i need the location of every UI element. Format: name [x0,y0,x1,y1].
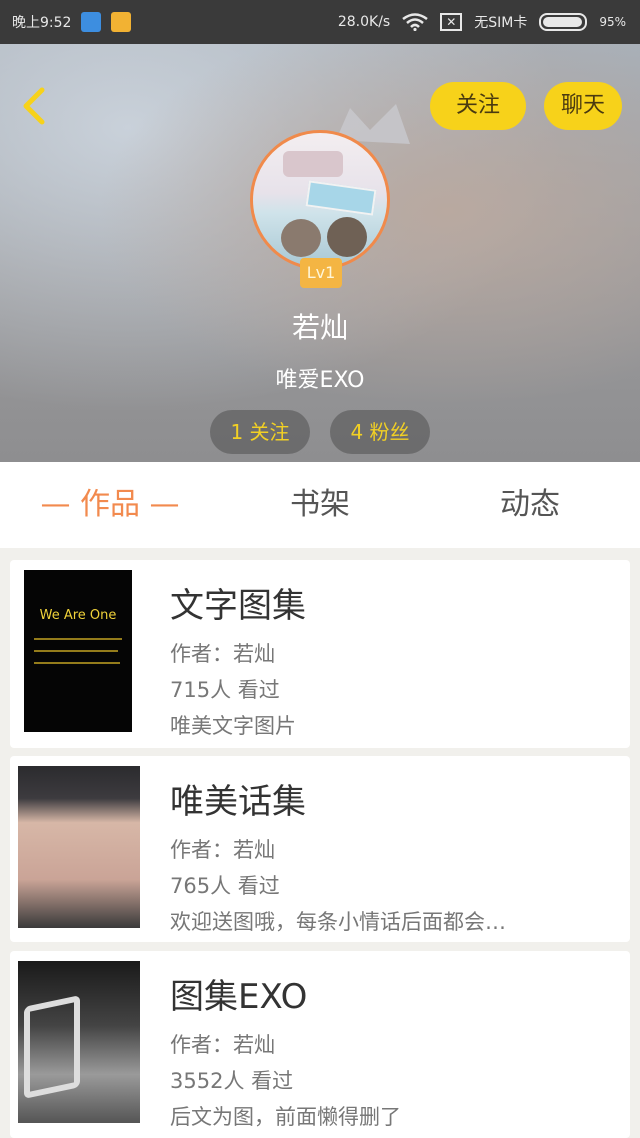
cover-title: We Are One [39,608,117,623]
following-count-button[interactable]: 1 关注 [210,410,310,454]
work-card[interactable]: We Are One 文字图集 作者：若灿 715人 看过 唯美文字图片 [10,560,630,748]
work-cover [18,961,140,1123]
work-author: 作者：若灿 [170,1033,275,1057]
work-title: 唯美话集 [170,782,306,822]
notification-app-icon [81,12,102,32]
status-bar: 晚上9:52 28.0K/s ✕ 无SIM卡 95% [0,0,640,44]
tab-activity[interactable]: 动态 [470,462,590,548]
work-author: 作者：若灿 [170,642,275,666]
fans-count-button[interactable]: 4 粉丝 [330,410,430,454]
work-card[interactable]: 图集EXO 作者：若灿 3552人 看过 后文为图，前面懒得删了 [10,951,630,1138]
avatar[interactable] [250,130,390,270]
work-description: 后文为图，前面懒得删了 [170,1105,401,1129]
work-views: 3552人 看过 [170,1069,294,1093]
chat-button[interactable]: 聊天 [544,82,622,130]
profile-header: 关注 聊天 Lv1 若灿 唯爱EXO 1 关注 4 粉丝 [0,44,640,462]
username: 若灿 [291,311,348,344]
work-title: 文字图集 [170,586,306,626]
tab-bookshelf[interactable]: 书架 [260,462,380,548]
work-title: 图集EXO [170,977,308,1017]
work-views: 715人 看过 [170,678,280,702]
work-card[interactable]: 唯美话集 作者：若灿 765人 看过 欢迎送图哦，每条小情话后面都会… [10,756,630,942]
battery-icon [539,13,588,31]
notification-app-icon-2 [111,12,132,32]
battery-percent: 95% [599,15,626,29]
work-cover: We Are One [24,570,132,732]
chevron-left-icon [23,87,45,125]
work-description: 唯美文字图片 [170,714,296,738]
follow-button[interactable]: 关注 [430,82,526,130]
level-badge: Lv1 [300,258,342,288]
status-time: 晚上9:52 [12,15,72,31]
sim-status: 无SIM卡 [474,15,528,31]
signature: 唯爱EXO [275,368,365,393]
back-button[interactable] [12,84,56,128]
no-signal-icon: ✕ [440,13,463,31]
work-cover [18,766,140,928]
profile-tabs: — 作品 — 书架 动态 [0,462,640,548]
work-author: 作者：若灿 [170,838,275,862]
network-speed: 28.0K/s [337,14,391,30]
tab-works[interactable]: — 作品 — [20,462,200,548]
wifi-icon [402,13,428,32]
work-views: 765人 看过 [170,874,280,898]
work-description: 欢迎送图哦，每条小情话后面都会… [170,910,506,934]
